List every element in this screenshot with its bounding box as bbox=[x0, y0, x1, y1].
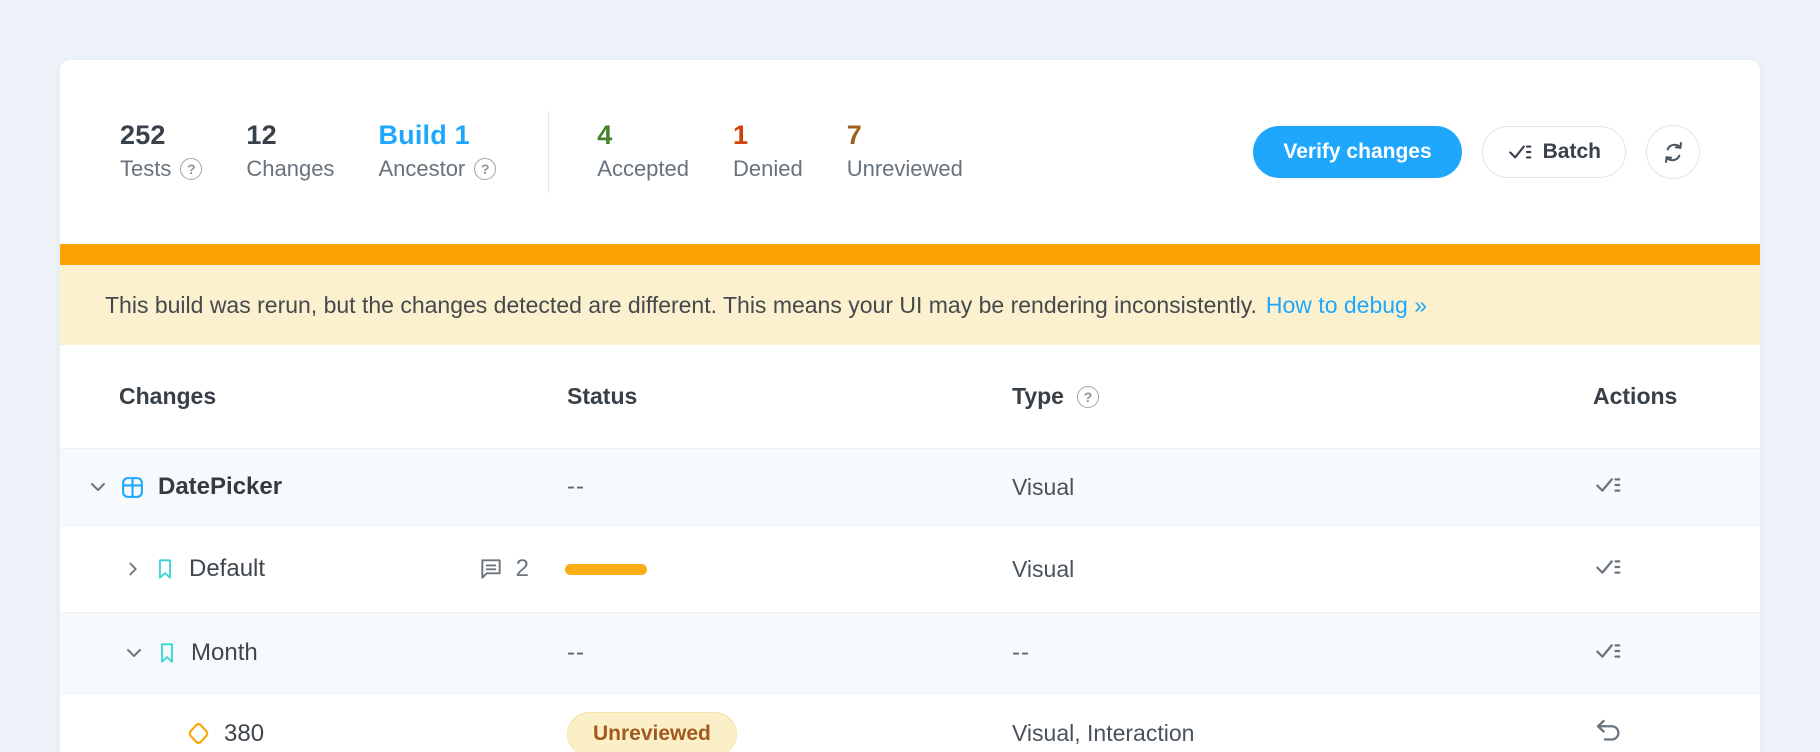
ancestor-build-link[interactable]: Build 1 bbox=[378, 122, 496, 149]
comment-count: 2 bbox=[516, 555, 529, 583]
refresh-icon bbox=[1660, 139, 1687, 166]
undo-icon[interactable] bbox=[1593, 716, 1623, 746]
batch-accept-icon[interactable] bbox=[1593, 470, 1623, 500]
build-header: 252 Tests ? 12 Changes Build 1 Ancestor … bbox=[60, 60, 1760, 244]
ancestor-help-icon[interactable]: ? bbox=[474, 158, 496, 180]
stat-ancestor: Build 1 Ancestor ? bbox=[378, 122, 496, 182]
verify-changes-button[interactable]: Verify changes bbox=[1253, 126, 1461, 178]
unreviewed-count: 7 bbox=[847, 122, 963, 149]
bookmark-icon bbox=[156, 641, 178, 665]
status-progress-bar bbox=[565, 564, 647, 575]
changes-label: Changes bbox=[246, 156, 334, 182]
accepted-label: Accepted bbox=[597, 156, 689, 182]
stat-accepted: 4 Accepted bbox=[597, 122, 689, 182]
type-value: Visual bbox=[1012, 556, 1593, 583]
denied-count: 1 bbox=[733, 122, 803, 149]
checklist-icon bbox=[1507, 139, 1533, 165]
status-value: -- bbox=[567, 639, 1012, 667]
header-actions: Verify changes Batch bbox=[1253, 125, 1700, 179]
stat-unreviewed: 7 Unreviewed bbox=[847, 122, 963, 182]
table-row-month[interactable]: Month -- -- bbox=[60, 612, 1760, 693]
banner-text: This build was rerun, but the changes de… bbox=[105, 292, 1257, 319]
comment-icon bbox=[478, 556, 504, 582]
table-header-row: Changes Status Type ? Actions bbox=[60, 345, 1760, 448]
component-name: DatePicker bbox=[158, 473, 282, 501]
column-header-type: Type bbox=[1012, 383, 1064, 410]
column-header-actions: Actions bbox=[1593, 383, 1760, 410]
story-name: Month bbox=[191, 639, 258, 667]
chevron-down-icon[interactable] bbox=[122, 641, 146, 665]
component-grid-icon bbox=[120, 475, 145, 500]
tests-label: Tests bbox=[120, 156, 171, 182]
column-header-status: Status bbox=[567, 383, 1012, 410]
type-help-icon[interactable]: ? bbox=[1077, 386, 1099, 408]
unreviewed-label: Unreviewed bbox=[847, 156, 963, 182]
chevron-down-icon[interactable] bbox=[86, 475, 110, 499]
tests-help-icon[interactable]: ? bbox=[180, 158, 202, 180]
table-row-datepicker[interactable]: DatePicker -- Visual bbox=[60, 448, 1760, 525]
type-value: Visual bbox=[1012, 474, 1593, 501]
comment-count-group[interactable]: 2 bbox=[478, 555, 529, 583]
build-summary-card: 252 Tests ? 12 Changes Build 1 Ancestor … bbox=[60, 60, 1760, 752]
changes-count: 12 bbox=[246, 122, 334, 149]
header-divider bbox=[548, 111, 549, 193]
rerun-warning-banner: This build was rerun, but the changes de… bbox=[60, 265, 1760, 345]
batch-accept-icon[interactable] bbox=[1593, 552, 1623, 582]
batch-button-label: Batch bbox=[1543, 140, 1601, 164]
stat-tests: 252 Tests ? bbox=[120, 122, 202, 182]
rerun-build-button[interactable] bbox=[1646, 125, 1700, 179]
status-badge-unreviewed: Unreviewed bbox=[567, 712, 737, 752]
stat-changes: 12 Changes bbox=[246, 122, 334, 182]
rerun-accent-strip bbox=[60, 244, 1760, 265]
story-name: Default bbox=[189, 555, 265, 583]
how-to-debug-link[interactable]: How to debug » bbox=[1266, 292, 1427, 319]
batch-accept-icon[interactable] bbox=[1593, 636, 1623, 666]
column-header-changes: Changes bbox=[60, 383, 567, 410]
accepted-count: 4 bbox=[597, 122, 689, 149]
denied-label: Denied bbox=[733, 156, 803, 182]
bookmark-icon bbox=[154, 557, 176, 581]
type-value: -- bbox=[1012, 639, 1593, 667]
batch-button[interactable]: Batch bbox=[1482, 126, 1626, 178]
ancestor-label: Ancestor bbox=[378, 156, 465, 182]
chevron-right-icon[interactable] bbox=[122, 558, 144, 580]
stat-denied: 1 Denied bbox=[733, 122, 803, 182]
table-row-380[interactable]: 380 Unreviewed Visual, Interaction bbox=[60, 693, 1760, 752]
diamond-change-icon bbox=[186, 720, 211, 747]
type-value: Visual, Interaction bbox=[1012, 720, 1593, 747]
tests-count: 252 bbox=[120, 122, 202, 149]
change-name: 380 bbox=[224, 720, 264, 748]
table-row-default[interactable]: Default 2 Visual bbox=[60, 525, 1760, 612]
status-value: -- bbox=[567, 473, 1012, 501]
